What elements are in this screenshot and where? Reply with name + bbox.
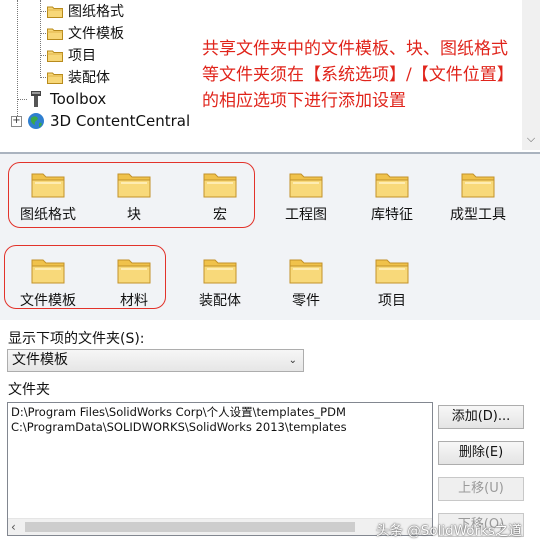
- show-folders-label: 显示下项的文件夹(S):: [8, 331, 145, 347]
- globe-icon: [28, 113, 44, 129]
- folder-icon: [47, 50, 63, 62]
- tree-item-3d-contentcentral[interactable]: 3D ContentCentral: [27, 110, 190, 132]
- highlight-box: [4, 245, 166, 309]
- tree-item-drawing-format[interactable]: 图纸格式: [47, 0, 124, 22]
- scrollbar-thumb[interactable]: [25, 522, 355, 532]
- tree-item-label: 3D ContentCentral: [50, 112, 191, 130]
- tree-line: [17, 99, 27, 100]
- grid-item-project[interactable]: 项目: [352, 240, 432, 320]
- tree-item-label: 文件模板: [68, 26, 124, 42]
- highlight-box: [8, 162, 255, 228]
- folder-icon: [375, 259, 409, 284]
- grid-item-label: 装配体: [199, 293, 241, 309]
- tree-item-label: 装配体: [68, 70, 110, 86]
- tree-item-label: 图纸格式: [68, 4, 124, 20]
- folder-icon: [47, 6, 63, 18]
- folder-icon: [461, 173, 495, 198]
- tree-item-project[interactable]: 项目: [47, 44, 96, 66]
- add-button[interactable]: 添加(D)...: [438, 405, 524, 429]
- tree-item-assembly[interactable]: 装配体: [47, 66, 110, 88]
- chevron-down-icon[interactable]: ⌵: [522, 130, 540, 148]
- grid-item-drawing[interactable]: 工程图: [266, 154, 346, 234]
- grid-item-forming-tools[interactable]: 成型工具: [438, 154, 518, 234]
- grid-item-library-feature[interactable]: 库特征: [352, 154, 432, 234]
- folder-icon: [47, 28, 63, 40]
- list-item[interactable]: C:\ProgramData\SOLIDWORKS\SolidWorks 201…: [8, 420, 432, 435]
- chevron-down-icon: ⌄: [288, 355, 297, 366]
- horizontal-scrollbar[interactable]: ‹: [8, 518, 432, 535]
- folder-path-list[interactable]: D:\Program Files\SolidWorks Corp\个人设置\te…: [7, 402, 433, 536]
- folder-icon: [375, 173, 409, 198]
- grid-item-assembly[interactable]: 装配体: [180, 240, 260, 320]
- folder-type-select[interactable]: 文件模板 ⌄: [7, 349, 304, 372]
- folder-icon-grid: 图纸格式 块 宏 工程图 库特征 成型工具 文件模板 材料 装配体 零件 项目: [0, 152, 540, 320]
- grid-item-label: 库特征: [371, 207, 413, 223]
- tree-item-label: Toolbox: [50, 90, 107, 108]
- expand-icon[interactable]: +: [11, 116, 22, 127]
- tree-scrollbar[interactable]: ⌵: [522, 0, 540, 150]
- tree-item-label: 项目: [68, 48, 96, 64]
- watermark-text: 头条 @SolidWorks之道: [376, 523, 522, 539]
- folder-icon: [203, 259, 237, 284]
- grid-item-label: 成型工具: [450, 207, 506, 223]
- annotation-text: 共享文件夹中的文件模板、块、图纸格式等文件夹须在【系统选项】/【文件位置】的相应…: [202, 39, 508, 111]
- grid-item-label: 零件: [292, 293, 320, 309]
- chevron-left-icon[interactable]: ‹: [11, 519, 16, 535]
- toolbox-icon: [31, 91, 41, 107]
- grid-item-label: 项目: [378, 293, 406, 309]
- list-item[interactable]: D:\Program Files\SolidWorks Corp\个人设置\te…: [8, 405, 432, 420]
- grid-item-label: 工程图: [285, 207, 327, 223]
- folders-label: 文件夹: [8, 382, 50, 398]
- folder-type-value: 文件模板: [12, 352, 68, 368]
- folder-tree: 图纸格式 文件模板 项目 装配体 Toolbox + 3D ContentCen…: [0, 0, 522, 150]
- grid-item-part[interactable]: 零件: [266, 240, 346, 320]
- move-up-button[interactable]: 上移(U): [438, 477, 524, 501]
- delete-button[interactable]: 删除(E): [438, 441, 524, 465]
- folder-icon: [47, 72, 63, 84]
- folder-icon: [289, 173, 323, 198]
- folder-icon: [289, 259, 323, 284]
- tree-item-file-template[interactable]: 文件模板: [47, 22, 124, 44]
- tree-item-toolbox[interactable]: Toolbox: [27, 88, 106, 110]
